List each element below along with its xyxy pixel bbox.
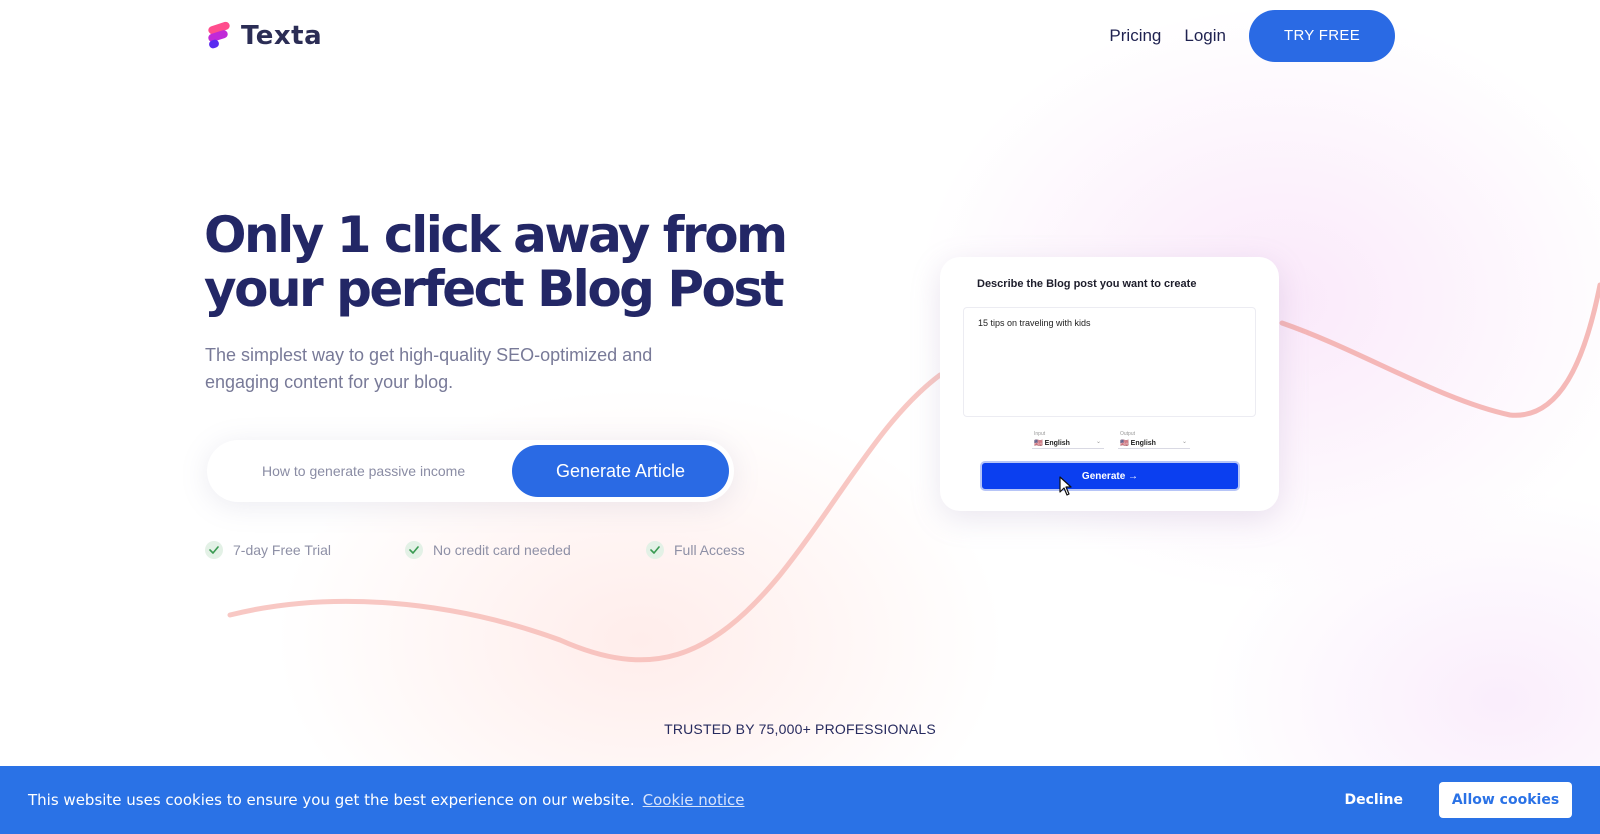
nav-login-link[interactable]: Login bbox=[1184, 26, 1226, 46]
generate-article-button[interactable]: Generate Article bbox=[512, 445, 729, 497]
article-prompt-bar: Generate Article bbox=[207, 440, 734, 502]
demo-generate-button: Generate → bbox=[980, 461, 1240, 491]
background-glow bbox=[0, 0, 1600, 834]
feature-label: No credit card needed bbox=[433, 542, 571, 558]
cookie-notice-link[interactable]: Cookie notice bbox=[643, 791, 745, 809]
hero-title-line2: your perfect Blog Post bbox=[204, 260, 785, 318]
article-topic-input[interactable] bbox=[262, 463, 512, 479]
feature-label: 7-day Free Trial bbox=[233, 542, 332, 558]
trusted-by-caption: TRUSTED BY 75,000+ PROFESSIONALS bbox=[664, 721, 936, 737]
demo-select-caption: Output bbox=[1120, 431, 1136, 437]
demo-select-value: 🇺🇸 English bbox=[1120, 440, 1156, 447]
check-icon bbox=[405, 541, 423, 559]
mouse-cursor-icon bbox=[1059, 476, 1072, 496]
demo-output-language-select: Output 🇺🇸 English ⌄ bbox=[1118, 431, 1190, 449]
brand-logo[interactable]: Texta bbox=[205, 21, 322, 51]
hero-title: Only 1 click away from your perfect Blog… bbox=[204, 208, 804, 316]
demo-prompt-label: Describe the Blog post you want to creat… bbox=[977, 278, 1197, 290]
main-nav: Pricing Login TRY FREE bbox=[1109, 9, 1395, 62]
demo-input-language-select: Input 🇺🇸 English ⌄ bbox=[1032, 431, 1104, 449]
brand-name: Texta bbox=[241, 20, 323, 51]
decorative-wave bbox=[227, 282, 1600, 663]
site-header: Texta Pricing Login TRY FREE bbox=[205, 9, 1395, 62]
demo-preview-card: Describe the Blog post you want to creat… bbox=[940, 257, 1279, 511]
feature-item: No credit card needed bbox=[405, 541, 646, 559]
hero-subtitle: The simplest way to get high-quality SEO… bbox=[205, 345, 653, 392]
feature-item: Full Access bbox=[646, 541, 745, 559]
texta-logo-icon bbox=[208, 21, 230, 48]
try-free-button[interactable]: TRY FREE bbox=[1249, 9, 1395, 62]
cookie-message: This website uses cookies to ensure you … bbox=[28, 791, 635, 809]
cookie-allow-button[interactable]: Allow cookies bbox=[1439, 782, 1572, 818]
check-icon bbox=[205, 541, 223, 559]
demo-prompt-textarea: 15 tips on traveling with kids bbox=[963, 307, 1256, 417]
demo-select-caption: Input bbox=[1034, 431, 1046, 437]
feature-list: 7-day Free Trial No credit card needed F… bbox=[205, 540, 745, 560]
nav-pricing-link[interactable]: Pricing bbox=[1109, 26, 1161, 46]
cookie-decline-button[interactable]: Decline bbox=[1329, 782, 1419, 818]
cookie-consent-bar: This website uses cookies to ensure you … bbox=[0, 766, 1600, 834]
hero-title-line1: Only 1 click away from bbox=[204, 206, 788, 264]
check-icon bbox=[646, 541, 664, 559]
demo-select-value: 🇺🇸 English bbox=[1034, 440, 1070, 447]
feature-item: 7-day Free Trial bbox=[205, 541, 405, 559]
chevron-down-icon: ⌄ bbox=[1095, 439, 1101, 445]
chevron-down-icon: ⌄ bbox=[1181, 439, 1187, 445]
feature-label: Full Access bbox=[674, 542, 745, 558]
